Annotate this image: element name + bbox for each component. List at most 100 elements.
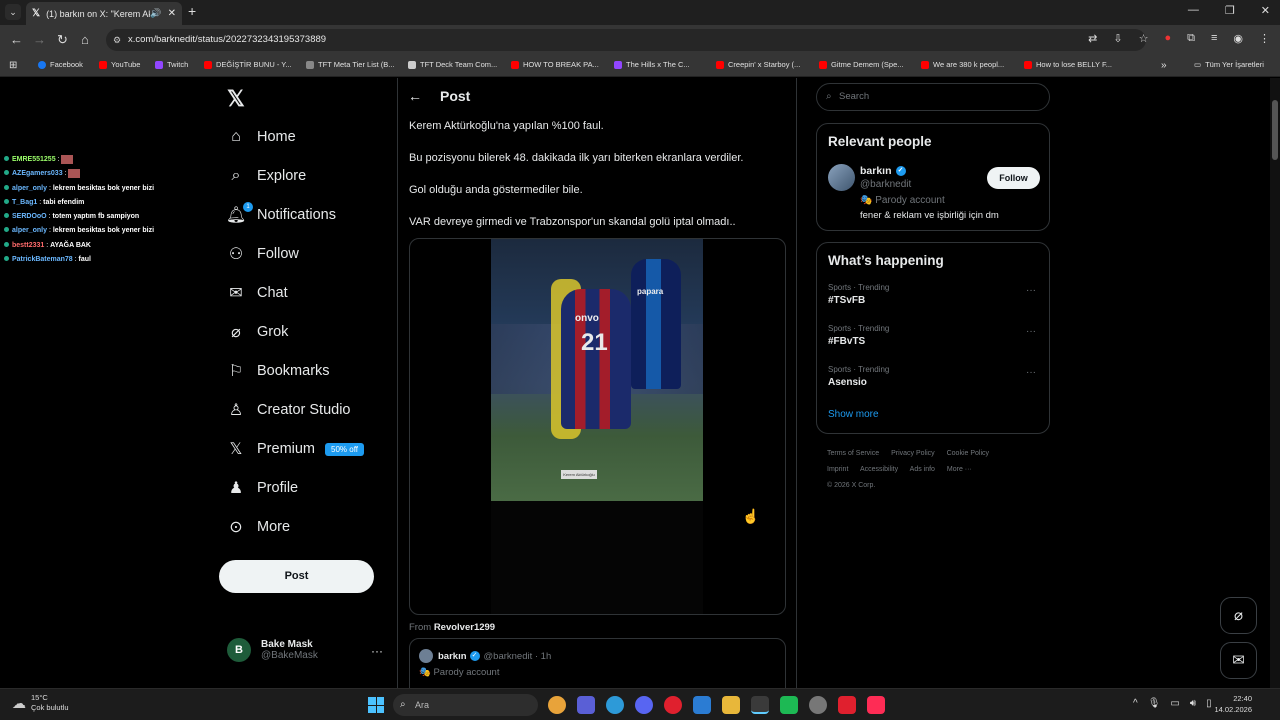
trend-more-icon[interactable]: ··· (1026, 326, 1036, 337)
teams-app-icon[interactable] (577, 696, 595, 714)
browser-active-app-icon[interactable] (751, 696, 769, 714)
nav-chat[interactable]: ✉ Chat (227, 284, 287, 302)
footer-link[interactable]: More ··· (947, 466, 972, 473)
bookmark-item[interactable]: How to lose BELLY F... (1024, 60, 1112, 69)
page-scrollbar[interactable] (1270, 78, 1280, 688)
mail-app-icon[interactable] (693, 696, 711, 714)
trend-item[interactable]: Sports · Trending #FBvTS (828, 324, 889, 347)
nav-home[interactable]: ⌂ Home (227, 128, 296, 146)
show-more-link[interactable]: Show more (828, 409, 879, 420)
bookmark-star-icon[interactable]: ☆ (1139, 32, 1149, 45)
browser-tab-active[interactable]: 𝕏 (1) barkın on X: "Kerem Akt 🔊 ✕ (26, 2, 182, 25)
reload-icon[interactable]: ↻ (57, 32, 68, 48)
restore-button[interactable]: ❐ (1225, 4, 1235, 17)
back-arrow-icon[interactable]: ← (408, 88, 422, 104)
footer-link[interactable]: Privacy Policy (891, 450, 935, 457)
site-info-icon[interactable]: ⚙ (113, 29, 121, 51)
url-field[interactable]: ⚙ x.com/barknedit/status/202273234319537… (106, 29, 1146, 51)
microphone-icon[interactable]: 🎙︎ (1148, 698, 1161, 709)
bookmark-item[interactable]: Facebook (38, 60, 83, 69)
x-logo-icon[interactable]: 𝕏 (227, 86, 245, 112)
tab-title: (1) barkın on X: "Kerem Akt (46, 8, 151, 19)
footer-link[interactable]: Cookie Policy (947, 450, 989, 457)
bookmark-item[interactable]: TFT Meta Tier List (B... (306, 60, 395, 69)
volume-icon[interactable]: 🔊︎ (1190, 698, 1196, 709)
settings-app-icon[interactable] (809, 696, 827, 714)
bookmark-item[interactable]: DEĞİŞTİR BUNU - Y... (204, 60, 292, 69)
footer-link[interactable]: Terms of Service (827, 450, 879, 457)
account-switcher[interactable]: B Bake Mask @BakeMask (227, 638, 318, 662)
extension-record-icon[interactable]: ● (1164, 32, 1171, 45)
tweet-video[interactable]: papara onvo 21 Kerem Aktürkoğlu (409, 238, 786, 615)
scrollbar-thumb[interactable] (1272, 100, 1278, 160)
bookmarks-overflow-icon[interactable]: » (1161, 60, 1167, 71)
nav-profile[interactable]: ♟ Profile (227, 479, 298, 497)
opera-app-icon[interactable] (664, 696, 682, 714)
trend-item[interactable]: Sports · Trending #TSvFB (828, 283, 889, 306)
bookmark-item[interactable]: We are 380 k peopl... (921, 60, 1004, 69)
bookmark-item[interactable]: The Hills x The C... (614, 60, 690, 69)
close-tab-icon[interactable]: ✕ (168, 8, 176, 19)
tab-search-button[interactable]: ⌄ (5, 4, 21, 20)
taskbar-search-input[interactable]: ⌕ Ara (393, 694, 538, 716)
person-name[interactable]: barkın ✓ (860, 165, 910, 177)
quoted-tweet[interactable]: barkın ✓ @barknedit · 1h 🎭 Parody accoun… (409, 638, 786, 688)
chrome-app-icon[interactable] (548, 696, 566, 714)
media-app-icon[interactable] (780, 696, 798, 714)
tray-overflow-icon[interactable]: ^ (1133, 698, 1138, 709)
grok-fab-button[interactable]: ⌀ (1220, 597, 1257, 634)
nav-follow[interactable]: ⚇ Follow (227, 245, 299, 263)
bookmark-item[interactable]: TFT Deck Team Com... (408, 60, 497, 69)
home-icon[interactable]: ⌂ (81, 32, 89, 47)
bookmark-item[interactable]: YouTube (99, 60, 140, 69)
speaker-icon[interactable]: 🔊 (150, 8, 161, 19)
account-more-icon[interactable]: ··· (371, 644, 383, 658)
discord-app-icon[interactable] (635, 696, 653, 714)
new-tab-button[interactable]: + (188, 3, 196, 19)
youtube-app-icon[interactable] (838, 696, 856, 714)
follow-button[interactable]: Follow (987, 167, 1040, 189)
network-icon[interactable]: ▭ (1170, 698, 1179, 709)
close-window-button[interactable]: ✕ (1261, 4, 1270, 17)
nav-grok[interactable]: ⌀ Grok (227, 323, 288, 341)
trend-more-icon[interactable]: ··· (1026, 285, 1036, 296)
install-app-icon[interactable]: ⇩ (1113, 32, 1122, 45)
avatar[interactable] (828, 164, 855, 191)
nav-bookmarks[interactable]: ⚐ Bookmarks (227, 362, 330, 380)
footer-link[interactable]: Ads info (910, 466, 935, 473)
weather-widget[interactable]: ☁ 15°C Çok bulutlu (12, 693, 69, 713)
apps-grid-icon[interactable]: ⊞ (9, 60, 17, 71)
forward-arrow-icon[interactable]: → (33, 32, 46, 47)
profile-avatar-icon[interactable]: ◉ (1233, 32, 1243, 45)
messages-fab-button[interactable]: ✉ (1220, 642, 1257, 679)
video-frame[interactable]: papara onvo 21 Kerem Aktürkoğlu (491, 239, 703, 501)
source-user-link[interactable]: Revolver1299 (434, 622, 495, 633)
nav-creator-studio[interactable]: ♙ Creator Studio (227, 401, 351, 419)
footer-link[interactable]: Imprint (827, 466, 848, 473)
post-button[interactable]: Post (219, 560, 374, 593)
nav-more[interactable]: ⊙ More (227, 518, 290, 536)
search-input[interactable]: ⌕ Search (816, 83, 1050, 111)
nav-explore[interactable]: ⌕ Explore (227, 167, 307, 185)
nav-notifications[interactable]: 🔔︎ 1 Notifications (226, 202, 336, 224)
nav-premium[interactable]: 𝕏 Premium 50% off (227, 440, 364, 458)
bookmark-item[interactable]: HOW TO BREAK PA... (511, 60, 599, 69)
extensions-puzzle-icon[interactable]: ⧉ (1187, 32, 1195, 45)
bookmark-item[interactable]: Twitch (155, 60, 188, 69)
bookmark-item[interactable]: Creepin' x Starboy (... (716, 60, 800, 69)
all-bookmarks-folder[interactable]: ▭ Tüm Yer İşaretleri (1194, 60, 1264, 69)
edge-app-icon[interactable] (606, 696, 624, 714)
back-arrow-icon[interactable]: ← (10, 32, 23, 47)
bookmark-item[interactable]: Gitme Demem (Spe... (819, 60, 904, 69)
media-control-icon[interactable]: ≡ (1211, 32, 1217, 45)
file-explorer-icon[interactable] (722, 696, 740, 714)
translate-icon[interactable]: ⇄ (1088, 32, 1097, 45)
trend-more-icon[interactable]: ··· (1026, 367, 1036, 378)
start-button[interactable] (368, 697, 384, 713)
taskbar-clock[interactable]: 22:40 14.02.2026 (1210, 693, 1252, 715)
tiktok-app-icon[interactable] (867, 696, 885, 714)
minimize-button[interactable]: — (1188, 4, 1199, 17)
browser-menu-icon[interactable]: ⋮ (1259, 32, 1270, 45)
trend-item[interactable]: Sports · Trending Asensio (828, 365, 889, 388)
footer-link[interactable]: Accessibility (860, 466, 898, 473)
